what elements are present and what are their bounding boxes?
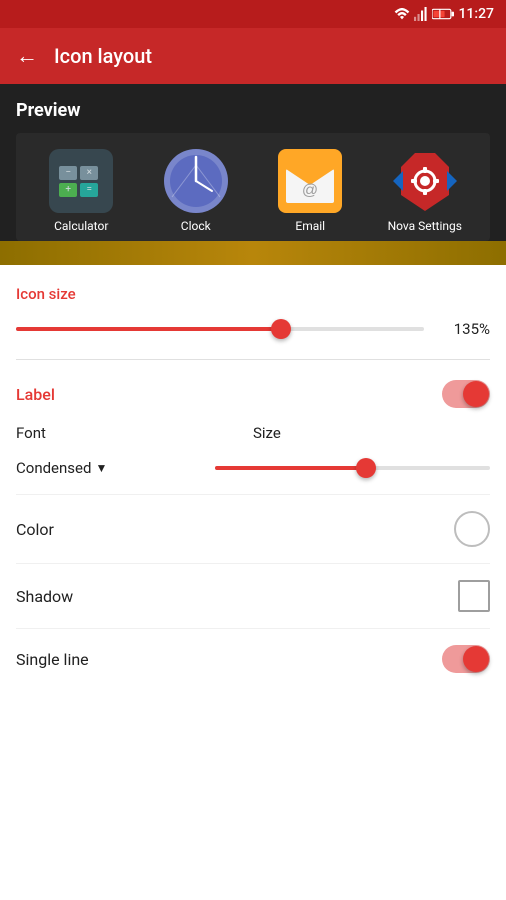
font-slider-thumb[interactable] — [356, 458, 376, 478]
email-svg: @ — [278, 149, 342, 213]
status-time: 11:27 — [458, 6, 494, 22]
shadow-label: Shadow — [16, 587, 73, 606]
font-col: Font — [16, 424, 253, 450]
label-toggle[interactable] — [442, 380, 490, 408]
signal-icon — [414, 7, 428, 21]
font-label: Font — [16, 424, 253, 442]
font-dropdown[interactable]: Condensed ▼ — [16, 459, 199, 477]
battery-icon — [432, 7, 454, 21]
preview-section: Preview − × + = Calculator — [0, 84, 506, 241]
calculator-label: Calculator — [54, 219, 108, 233]
clock-svg — [164, 149, 228, 213]
nova-label: Nova Settings — [388, 219, 462, 233]
shadow-row: Shadow — [16, 563, 490, 628]
calculator-icon: − × + = — [49, 149, 113, 213]
toggle-thumb — [463, 381, 489, 407]
clock-icon — [164, 149, 228, 213]
single-line-toggle[interactable] — [442, 645, 490, 673]
slider-track — [16, 327, 424, 331]
color-picker[interactable] — [454, 511, 490, 547]
back-button[interactable]: ← — [16, 43, 38, 69]
toolbar-title: Icon layout — [54, 44, 152, 68]
preview-icon-email: @ Email — [265, 149, 355, 233]
size-col: Size — [253, 424, 490, 450]
preview-icon-clock: Clock — [151, 149, 241, 233]
toolbar: ← Icon layout — [0, 28, 506, 84]
single-line-row: Single line — [16, 628, 490, 689]
svg-text:@: @ — [302, 182, 318, 199]
font-size-row: Font Size — [16, 420, 490, 458]
label-row: Label — [16, 364, 490, 420]
slider-thumb[interactable] — [271, 319, 291, 339]
label-text: Label — [16, 385, 55, 404]
preview-icons-container: − × + = Calculator — [16, 133, 490, 241]
preview-label: Preview — [16, 100, 490, 121]
status-bar: 11:27 — [0, 0, 506, 28]
icon-size-value: 135% — [440, 320, 490, 338]
icon-size-slider-row: 135% — [16, 311, 490, 355]
single-line-label: Single line — [16, 650, 89, 669]
color-label: Color — [16, 520, 54, 539]
color-row: Color — [16, 494, 490, 563]
calc-equals: = — [80, 183, 98, 197]
email-icon: @ — [278, 149, 342, 213]
wifi-icon — [394, 7, 410, 21]
preview-icon-calculator: − × + = Calculator — [36, 149, 126, 233]
font-slider-track — [215, 466, 490, 470]
status-icons: 11:27 — [394, 6, 494, 22]
size-label: Size — [253, 424, 490, 442]
dropdown-arrow-icon: ▼ — [95, 461, 107, 475]
single-line-thumb — [463, 646, 489, 672]
font-value: Condensed — [16, 459, 91, 477]
shadow-toggle[interactable] — [458, 580, 490, 612]
icon-size-slider[interactable] — [16, 319, 424, 339]
preview-gradient — [0, 241, 506, 265]
font-size-slider[interactable] — [215, 458, 490, 478]
divider-1 — [16, 359, 490, 360]
icon-size-header: Icon size — [16, 265, 490, 311]
calc-times: × — [80, 166, 98, 180]
font-slider-fill — [215, 466, 366, 470]
preview-icon-nova: Nova Settings — [380, 149, 470, 233]
nova-svg — [393, 149, 457, 213]
email-label: Email — [295, 219, 325, 233]
slider-fill — [16, 327, 281, 331]
settings-section: Icon size 135% Label Font Size Condensed… — [0, 265, 506, 689]
calc-minus: − — [59, 166, 77, 180]
nova-icon — [393, 149, 457, 213]
clock-label: Clock — [181, 219, 211, 233]
calc-plus: + — [59, 183, 77, 197]
